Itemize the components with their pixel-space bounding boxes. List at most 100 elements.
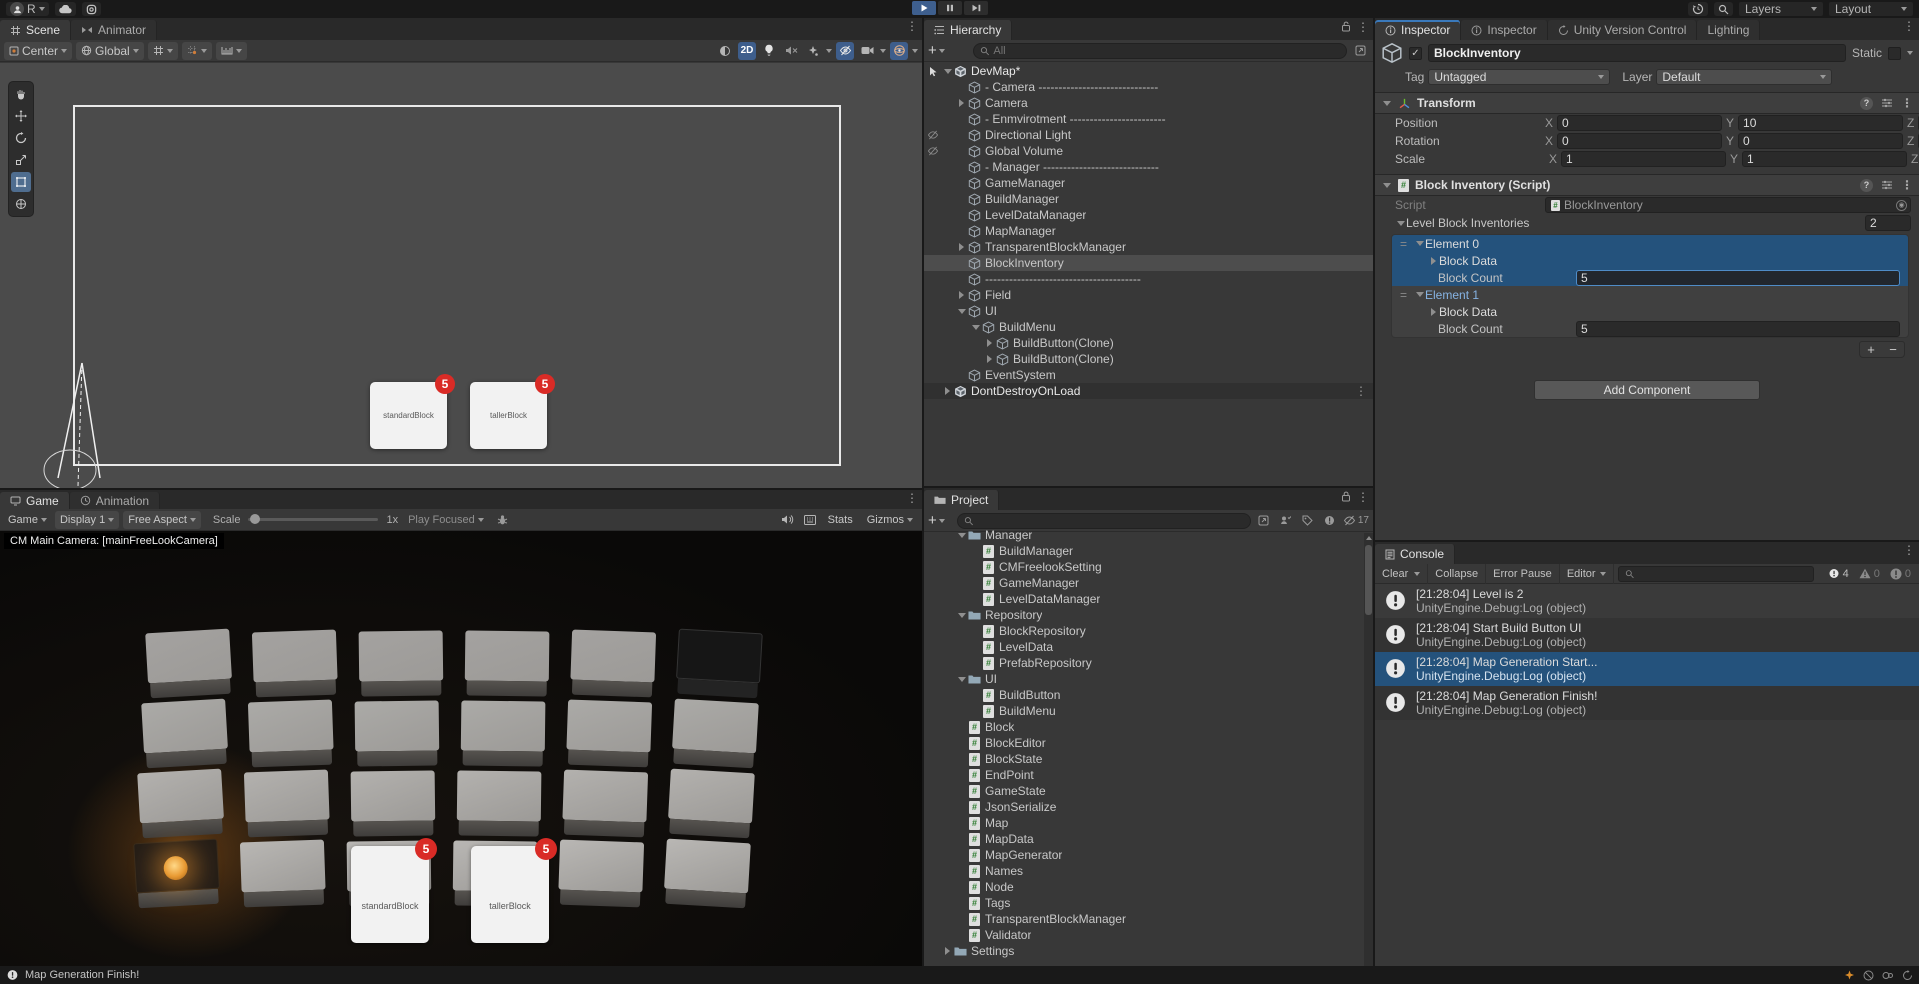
console-search-input[interactable] xyxy=(1637,567,1807,580)
hierarchy-menu-icon[interactable]: ⋮ xyxy=(1357,21,1369,33)
inspector-menu-icon[interactable]: ⋮ xyxy=(1903,20,1915,32)
console-menu-icon[interactable]: ⋮ xyxy=(1903,544,1915,556)
slider-knob[interactable] xyxy=(250,514,261,524)
layer-dropdown[interactable]: Default xyxy=(1656,69,1833,85)
tab-inspector-1[interactable]: Inspector xyxy=(1375,20,1462,40)
project-row[interactable]: # BuildMenu xyxy=(924,703,1373,719)
game-menu-icon[interactable]: ⋮ xyxy=(906,492,918,504)
element-1[interactable]: = Element 1 Block Data Block Count xyxy=(1392,286,1908,337)
hierarchy-row[interactable]: LevelDataManager xyxy=(924,207,1373,223)
help-icon[interactable]: ? xyxy=(1860,178,1873,192)
status-message[interactable]: Map Generation Finish! xyxy=(25,969,139,981)
pause-button[interactable] xyxy=(938,1,962,15)
build-button-card[interactable]: 5 standardBlock xyxy=(351,838,437,943)
scale-slider[interactable] xyxy=(248,514,379,524)
project-row[interactable]: # BlockState xyxy=(924,751,1373,767)
gameobject-cube-icon[interactable] xyxy=(1381,42,1403,64)
collapse-button[interactable]: Collapse xyxy=(1428,563,1487,584)
console-message[interactable]: [21:28:04] Map Generation Start... UnityE… xyxy=(1375,652,1919,686)
hierarchy-search-input[interactable] xyxy=(993,44,1340,57)
hierarchy-row[interactable]: BuildButton(Clone) xyxy=(924,335,1373,351)
transform-component-header[interactable]: Transform ? ⋮ xyxy=(1375,92,1919,114)
project-row[interactable]: # CMFreelookSetting xyxy=(924,559,1373,575)
editor-dropdown[interactable]: Editor xyxy=(1560,563,1614,584)
no-connection-icon[interactable] xyxy=(1863,970,1874,981)
account-button[interactable]: R xyxy=(6,2,49,16)
project-row[interactable]: # GameManager xyxy=(924,575,1373,591)
project-row[interactable]: # BuildManager xyxy=(924,543,1373,559)
refresh-icon[interactable] xyxy=(1902,969,1913,981)
block-count-field[interactable] xyxy=(1576,320,1900,337)
error-count-toggle[interactable]: 0 xyxy=(1886,568,1915,580)
hierarchy-row[interactable]: --------------------------------------- xyxy=(924,271,1373,287)
project-row[interactable]: # GameState xyxy=(924,783,1373,799)
debug-button[interactable] xyxy=(494,511,512,529)
2d-toggle[interactable]: 2D xyxy=(738,41,756,60)
tab-lighting[interactable]: Lighting xyxy=(1697,20,1761,40)
project-row[interactable]: # Block xyxy=(924,719,1373,735)
grid-size-dropdown[interactable] xyxy=(215,41,247,60)
element-0[interactable]: = Element 0 Block Data Block Count xyxy=(1392,235,1908,286)
scene-visibility-toggle[interactable] xyxy=(836,41,854,60)
tab-inspector-2[interactable]: Inspector xyxy=(1461,20,1548,40)
stats-toggle[interactable]: Stats xyxy=(823,514,858,526)
block-data-row[interactable]: Block Data xyxy=(1392,252,1908,269)
hierarchy-row[interactable]: Directional Light xyxy=(924,127,1373,143)
game-mode-dropdown[interactable]: Game xyxy=(4,514,51,526)
project-row[interactable]: Repository xyxy=(924,607,1373,623)
error-pause-button[interactable]: Error Pause xyxy=(1486,563,1560,584)
create-object-button[interactable]: + xyxy=(928,43,945,58)
info-count-toggle[interactable]: 4 xyxy=(1824,568,1853,580)
rotation-y-field[interactable] xyxy=(1738,133,1904,149)
hierarchy-row[interactable]: DontDestroyOnLoad ⋮ xyxy=(924,383,1373,399)
warning-count-toggle[interactable]: 0 xyxy=(1855,568,1884,580)
hierarchy-row[interactable]: - Enmvirotment ------------------------ xyxy=(924,111,1373,127)
project-row[interactable]: # Map xyxy=(924,815,1373,831)
chevron-down-icon[interactable] xyxy=(1907,51,1913,55)
hierarchy-row[interactable]: - Manager ----------------------------- xyxy=(924,159,1373,175)
hierarchy-row[interactable]: UI xyxy=(924,303,1373,319)
tag-dropdown[interactable]: Untagged xyxy=(1428,69,1611,85)
scene-menu-icon[interactable]: ⋮ xyxy=(906,20,918,32)
automation-icon[interactable] xyxy=(1882,970,1894,981)
scale-y-field[interactable] xyxy=(1742,151,1908,167)
gizmos-dropdown[interactable]: Gizmos xyxy=(862,514,918,526)
tab-console[interactable]: Console xyxy=(1375,544,1456,564)
project-row[interactable]: UI xyxy=(924,671,1373,687)
tab-scene[interactable]: Scene xyxy=(0,20,72,40)
hidden-count-indicator[interactable]: 17 xyxy=(1343,515,1369,526)
build-button-card[interactable]: 5 tallerBlock xyxy=(471,838,557,943)
row-menu-icon[interactable]: ⋮ xyxy=(1355,384,1367,398)
console-message[interactable]: [21:28:04] Start Build Button UI UnityEng… xyxy=(1375,618,1919,652)
tab-game[interactable]: Game xyxy=(0,492,70,509)
hierarchy-row[interactable]: BuildManager xyxy=(924,191,1373,207)
shading-mode-dropdown[interactable] xyxy=(716,42,734,60)
pick-window-icon[interactable] xyxy=(1351,42,1369,60)
block-count-field[interactable] xyxy=(1576,269,1900,286)
console-message[interactable]: [21:28:04] Map Generation Finish! UnityEn… xyxy=(1375,686,1919,720)
script-object-field[interactable]: # BlockInventory ◉ xyxy=(1545,197,1911,213)
hierarchy-row[interactable]: TransparentBlockManager xyxy=(924,239,1373,255)
hierarchy-search[interactable] xyxy=(972,42,1347,59)
project-search-input[interactable] xyxy=(977,514,1244,527)
view-tool-button[interactable] xyxy=(11,84,31,104)
rect-tool-button[interactable] xyxy=(11,172,31,192)
remove-element-button[interactable]: − xyxy=(1882,342,1904,357)
chevron-down-icon[interactable] xyxy=(826,48,832,53)
drag-handle-icon[interactable]: = xyxy=(1400,288,1414,302)
tab-animation[interactable]: Animation xyxy=(69,492,161,509)
camera-settings-dropdown[interactable] xyxy=(858,42,876,60)
hierarchy-row[interactable]: Camera xyxy=(924,95,1373,111)
build-button-card[interactable]: 5 standardBlock xyxy=(370,374,455,449)
project-row[interactable]: # Names xyxy=(924,863,1373,879)
global-search-button[interactable] xyxy=(1714,2,1733,16)
cloud-services-button[interactable] xyxy=(54,2,76,16)
vsync-grid-button[interactable] xyxy=(801,511,819,529)
project-row[interactable]: # BlockEditor xyxy=(924,735,1373,751)
tab-project[interactable]: Project xyxy=(924,490,1000,510)
step-button[interactable] xyxy=(964,1,988,15)
tab-animator[interactable]: Animator xyxy=(71,20,158,40)
active-checkbox[interactable] xyxy=(1409,46,1422,60)
hierarchy-row[interactable]: - Camera ------------------------------ xyxy=(924,79,1373,95)
block-data-row[interactable]: Block Data xyxy=(1392,303,1908,320)
